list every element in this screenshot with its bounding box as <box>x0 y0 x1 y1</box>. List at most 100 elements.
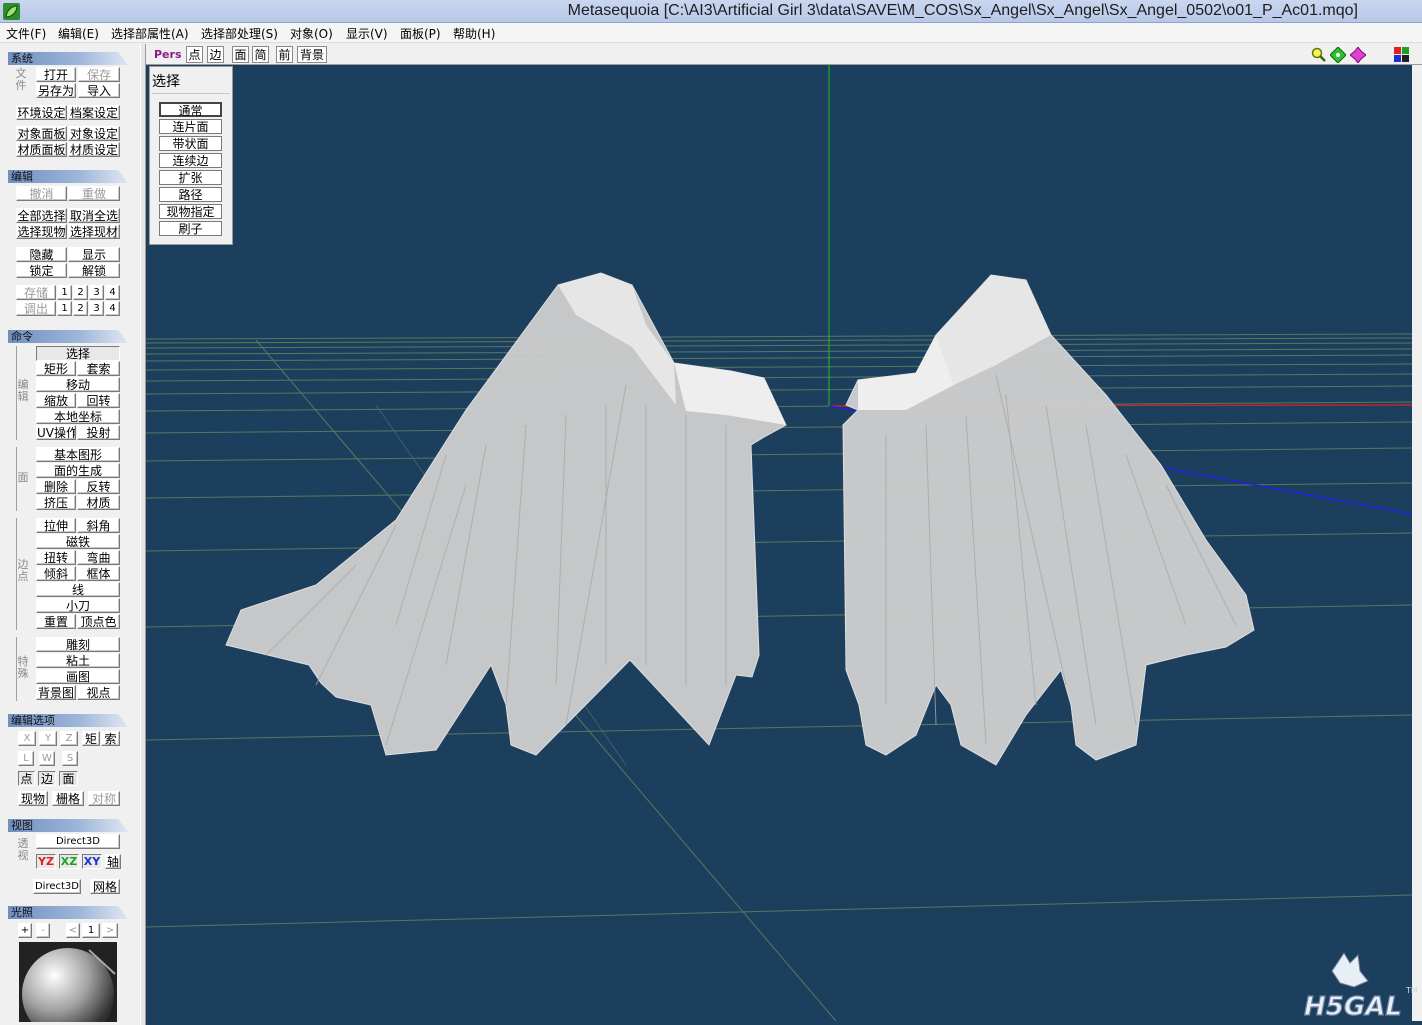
rect-option-toggle[interactable]: 矩 <box>82 731 100 746</box>
menu-panel[interactable]: 面板(P) <box>400 25 441 42</box>
axis-display-button[interactable]: 轴 <box>105 854 121 869</box>
delete-tool-button[interactable]: 删除 <box>36 479 76 494</box>
object-panel-button[interactable]: 对象面板 <box>16 126 67 141</box>
project-tool-button[interactable]: 投射 <box>77 425 120 440</box>
deselect-all-button[interactable]: 取消全选 <box>68 208 120 223</box>
select-current-object-button[interactable]: 选择现物 <box>16 224 67 239</box>
show-button[interactable]: 显示 <box>68 247 120 262</box>
bend-tool-button[interactable]: 弯曲 <box>77 550 120 565</box>
display-simple-toggle[interactable]: 简 <box>252 46 269 63</box>
clay-tool-button[interactable]: 粘土 <box>36 653 120 668</box>
recall-slot-4[interactable]: 4 <box>105 301 120 316</box>
flip-tool-button[interactable]: 反转 <box>77 479 120 494</box>
scene-canvas[interactable] <box>146 65 1412 1021</box>
rect-select-button[interactable]: 矩形 <box>36 361 76 376</box>
lasso-select-button[interactable]: 套索 <box>77 361 120 376</box>
store-slot-4[interactable]: 4 <box>105 285 120 300</box>
open-button[interactable]: 打开 <box>36 67 76 82</box>
display-face-toggle[interactable]: 面 <box>232 46 249 63</box>
select-mode-connected-faces[interactable]: 连片面 <box>159 119 222 134</box>
store-button[interactable]: 存储 <box>16 285 56 300</box>
recall-button[interactable]: 调出 <box>16 301 56 316</box>
face-option-toggle[interactable]: 面 <box>59 771 78 786</box>
stretch-tool-button[interactable]: 拉伸 <box>36 518 76 533</box>
store-slot-3[interactable]: 3 <box>89 285 104 300</box>
select-mode-edge-loop[interactable]: 连续边 <box>159 153 222 168</box>
undo-button[interactable]: 撤消 <box>16 186 67 201</box>
menu-edit[interactable]: 编辑(E) <box>58 25 99 42</box>
menu-help[interactable]: 帮助(H) <box>453 25 495 42</box>
select-mode-brush[interactable]: 刷子 <box>159 221 222 236</box>
current-object-toggle[interactable]: 现物 <box>18 791 48 806</box>
material-tool-button[interactable]: 材质 <box>77 495 120 510</box>
menu-selection-process[interactable]: 选择部处理(S) <box>201 25 278 42</box>
grid-display-button[interactable]: 网格 <box>90 879 120 894</box>
select-all-button[interactable]: 全部选择 <box>16 208 67 223</box>
menu-file[interactable]: 文件(F) <box>6 25 46 42</box>
light-next-button[interactable]: > <box>102 923 118 938</box>
save-as-button[interactable]: 另存为 <box>36 83 76 98</box>
view-xy-button[interactable]: XY <box>82 854 102 869</box>
recall-slot-3[interactable]: 3 <box>89 301 104 316</box>
symmetry-toggle[interactable]: 对称 <box>88 791 120 806</box>
material-settings-button[interactable]: 材质设定 <box>68 142 120 157</box>
select-mode-normal[interactable]: 通常 <box>159 102 222 118</box>
axis-z-toggle[interactable]: Z <box>60 731 78 746</box>
uv-tool-button[interactable]: UV操作 <box>36 425 76 440</box>
lean-tool-button[interactable]: 倾斜 <box>36 566 76 581</box>
menu-selection-attributes[interactable]: 选择部属性(A) <box>111 25 189 42</box>
redo-button[interactable]: 重做 <box>68 186 120 201</box>
edge-option-toggle[interactable]: 边 <box>38 771 56 786</box>
renderer-direct3d-button-2[interactable]: Direct3D <box>33 879 81 894</box>
twist-tool-button[interactable]: 扭转 <box>36 550 76 565</box>
light-remove-button[interactable]: - <box>36 923 50 938</box>
lasso-option-toggle[interactable]: 索 <box>101 731 120 746</box>
scale-tool-button[interactable]: 缩放 <box>36 393 76 408</box>
bevel-tool-button[interactable]: 斜角 <box>77 518 120 533</box>
view-switch-icon[interactable] <box>1394 47 1409 62</box>
viewport-scrollbar[interactable] <box>1412 65 1422 1021</box>
move-tool-button[interactable]: 移动 <box>36 377 120 392</box>
system-section-header[interactable]: 系统 <box>8 52 128 65</box>
import-button[interactable]: 导入 <box>78 83 120 98</box>
line-tool-button[interactable]: 线 <box>36 582 120 597</box>
light-prev-button[interactable]: < <box>66 923 80 938</box>
select-current-material-button[interactable]: 选择现材 <box>68 224 120 239</box>
display-edge-toggle[interactable]: 边 <box>207 46 224 63</box>
recall-slot-1[interactable]: 1 <box>57 301 72 316</box>
view-xz-button[interactable]: XZ <box>59 854 79 869</box>
vertex-color-button[interactable]: 顶点色 <box>77 614 120 629</box>
vertex-option-toggle[interactable]: 点 <box>18 771 35 786</box>
display-front-toggle[interactable]: 前 <box>276 46 293 63</box>
extrude-tool-button[interactable]: 挤压 <box>36 495 76 510</box>
light-section-header[interactable]: 光照 <box>8 906 128 919</box>
recall-slot-2[interactable]: 2 <box>73 301 88 316</box>
env-settings-button[interactable]: 环境设定 <box>16 105 67 120</box>
display-vertex-toggle[interactable]: 点 <box>186 46 203 63</box>
save-button[interactable]: 保存 <box>78 67 120 82</box>
select-mode-current-object[interactable]: 现物指定 <box>159 204 222 219</box>
rotate-icon[interactable] <box>1349 46 1367 64</box>
view-yz-button[interactable]: YZ <box>36 854 56 869</box>
unlock-button[interactable]: 解锁 <box>68 263 120 278</box>
world-w-toggle[interactable]: W <box>39 751 55 766</box>
viewpoint-button[interactable]: 视点 <box>77 685 120 700</box>
lattice-tool-button[interactable]: 框体 <box>77 566 120 581</box>
paint-tool-button[interactable]: 画图 <box>36 669 120 684</box>
select-mode-path[interactable]: 路径 <box>159 187 222 202</box>
object-settings-button[interactable]: 对象设定 <box>68 126 120 141</box>
light-add-button[interactable]: + <box>18 923 32 938</box>
store-slot-2[interactable]: 2 <box>73 285 88 300</box>
select-mode-expand[interactable]: 扩张 <box>159 170 222 185</box>
lock-button[interactable]: 锁定 <box>16 263 67 278</box>
material-panel-button[interactable]: 材质面板 <box>16 142 67 157</box>
create-face-button[interactable]: 面的生成 <box>36 463 120 478</box>
local-l-toggle[interactable]: L <box>18 751 34 766</box>
grid-snap-toggle[interactable]: 栅格 <box>52 791 84 806</box>
edit-section-header[interactable]: 编辑 <box>8 170 128 183</box>
rotate-tool-button[interactable]: 回转 <box>77 393 120 408</box>
hide-button[interactable]: 隐藏 <box>16 247 67 262</box>
menu-object[interactable]: 对象(O) <box>290 25 333 42</box>
select-mode-strip-faces[interactable]: 带状面 <box>159 136 222 151</box>
axis-x-toggle[interactable]: X <box>18 731 36 746</box>
